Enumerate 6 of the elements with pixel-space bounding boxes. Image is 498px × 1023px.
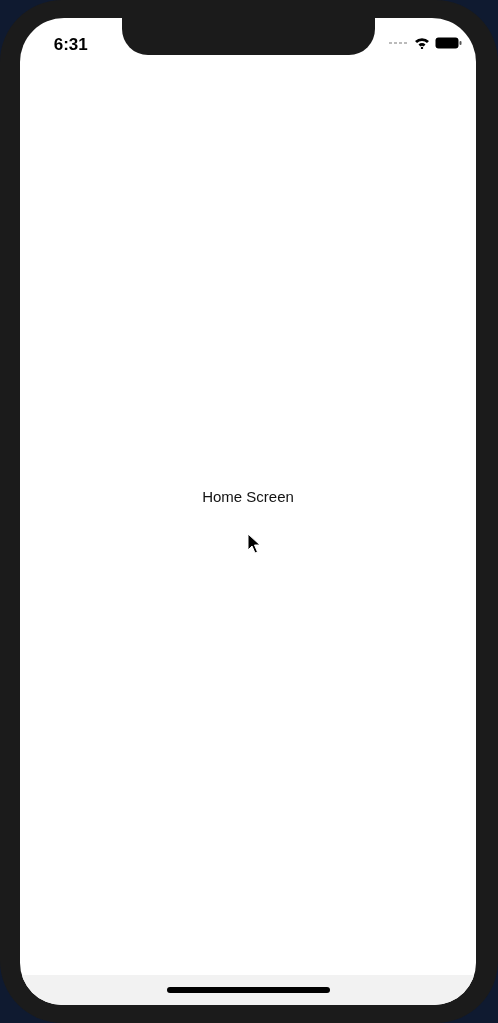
signal-icon (388, 41, 409, 45)
wifi-icon (413, 37, 430, 49)
battery-icon (434, 37, 462, 49)
status-time: 6:31 (53, 36, 88, 53)
mouse-cursor-icon (247, 532, 261, 555)
screen-title: Home Screen (202, 487, 294, 508)
